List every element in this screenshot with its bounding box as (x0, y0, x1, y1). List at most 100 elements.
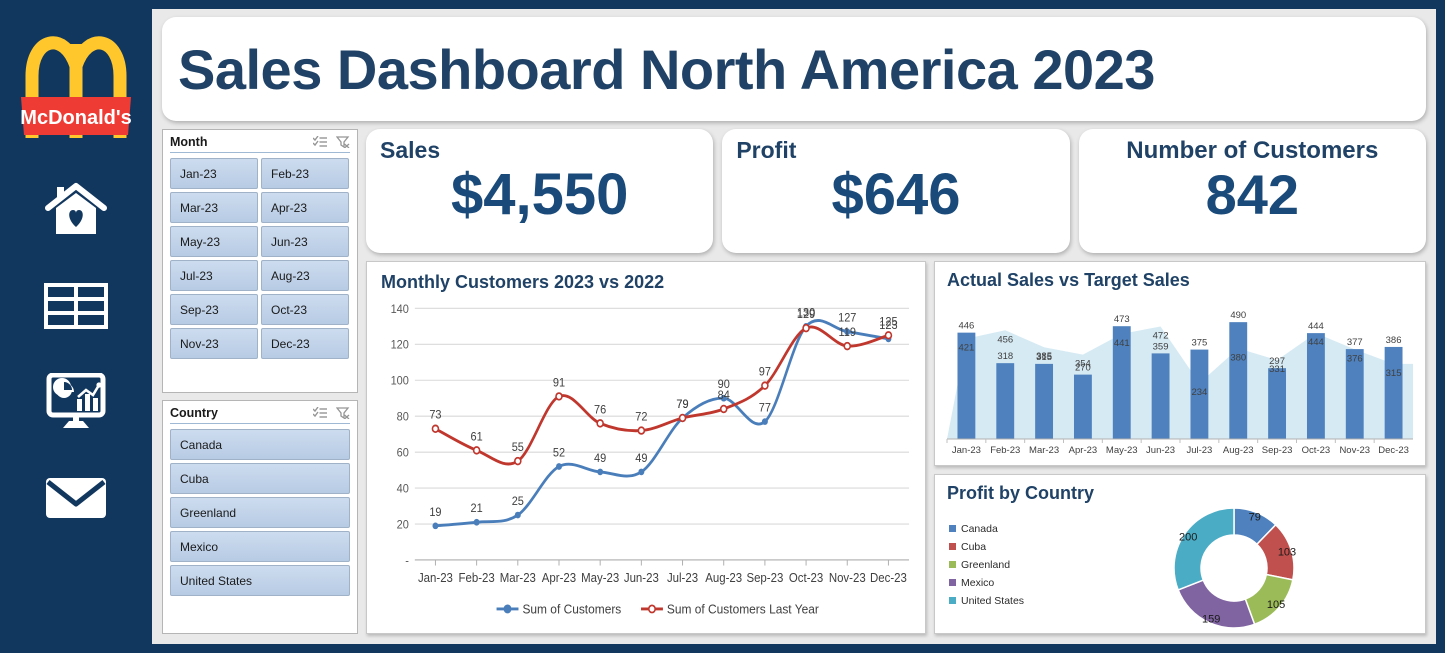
chart-monthly-customers: Monthly Customers 2023 vs 2022 - 20 40 60 80… (366, 261, 926, 634)
slicer-month-item[interactable]: Feb-23 (261, 158, 349, 189)
svg-text:Feb-23: Feb-23 (459, 571, 495, 586)
svg-text:441: 441 (1114, 338, 1130, 349)
svg-text:-: - (405, 554, 409, 568)
chart-actual-vs-target: Actual Sales vs Target Sales 446 318 315 27… (934, 261, 1426, 466)
kpi-card-sales: Sales $4,550 (366, 129, 714, 253)
svg-text:21: 21 (471, 502, 483, 516)
donut-legend: Canada Cuba Greenland Mexico United Stat… (941, 523, 1049, 613)
slicer-country-item[interactable]: Mexico (170, 531, 350, 562)
legend-swatch (949, 579, 956, 586)
slicer-month-item[interactable]: Sep-23 (170, 294, 258, 325)
svg-text:52: 52 (553, 446, 565, 460)
svg-text:72: 72 (635, 410, 647, 424)
svg-text:490: 490 (1230, 310, 1246, 321)
dashboard-body: Month Jan-23 Feb-23 Mar-23 Apr-23 May-23… (162, 129, 1426, 634)
slicer-month-item[interactable]: May-23 (170, 226, 258, 257)
svg-text:375: 375 (1191, 338, 1207, 349)
svg-text:234: 234 (1191, 387, 1207, 398)
svg-text:55: 55 (512, 441, 524, 455)
clear-filter-icon[interactable] (336, 136, 350, 148)
svg-text:103: 103 (1278, 546, 1296, 558)
legend-item: United States (949, 595, 1049, 607)
svg-text:Apr-23: Apr-23 (1069, 445, 1098, 456)
svg-text:359: 359 (1153, 341, 1169, 352)
svg-text:79: 79 (676, 397, 688, 411)
svg-text:77: 77 (759, 401, 771, 415)
dashboard-monitor-icon (45, 373, 107, 431)
svg-text:377: 377 (1347, 337, 1363, 348)
svg-text:318: 318 (997, 351, 1013, 362)
mcdonalds-logo: McDonald's (15, 14, 137, 146)
mcdonalds-golden-arches-logo: McDonald's (15, 14, 137, 146)
slicer-month-item[interactable]: Jan-23 (170, 158, 258, 189)
svg-text:125: 125 (879, 315, 897, 329)
svg-text:Feb-23: Feb-23 (990, 445, 1020, 456)
svg-text:Aug-23: Aug-23 (1223, 445, 1254, 456)
kpi-label: Profit (736, 137, 797, 163)
svg-text:Oct-23: Oct-23 (1302, 445, 1331, 456)
home-heart-icon (45, 182, 107, 238)
slicer-country-item[interactable]: Cuba (170, 463, 350, 494)
kpi-row: Sales $4,550 Profit $646 Number of Custo… (366, 129, 1426, 253)
kpi-card-profit: Profit $646 (722, 129, 1070, 253)
svg-text:127: 127 (838, 311, 856, 325)
slicer-country-item[interactable]: Greenland (170, 497, 350, 528)
sidebar: McDonald's (0, 0, 152, 653)
svg-text:61: 61 (471, 430, 483, 444)
slicer-country-title: Country (170, 406, 218, 420)
svg-text:97: 97 (759, 365, 771, 379)
svg-text:19: 19 (429, 505, 441, 519)
svg-text:Sum of Customers Last Year: Sum of Customers Last Year (667, 602, 819, 617)
multi-select-icon[interactable] (313, 407, 327, 419)
sidebar-item-mail[interactable] (43, 468, 109, 528)
svg-text:Jun-23: Jun-23 (1146, 445, 1175, 456)
svg-text:Nov-23: Nov-23 (829, 571, 866, 586)
svg-text:Nov-23: Nov-23 (1339, 445, 1370, 456)
slicer-country-item[interactable]: Canada (170, 429, 350, 460)
sidebar-item-home[interactable] (43, 180, 109, 240)
svg-text:421: 421 (958, 343, 974, 354)
svg-text:Mar-23: Mar-23 (1029, 445, 1059, 456)
sidebar-item-dashboard[interactable] (43, 372, 109, 432)
svg-text:91: 91 (553, 376, 565, 390)
chart-profit-by-country: Profit by Country Canada Cuba Greenland … (934, 474, 1426, 634)
svg-text:Sep-23: Sep-23 (746, 571, 783, 586)
svg-text:76: 76 (594, 403, 606, 417)
slicer-panel: Month Jan-23 Feb-23 Mar-23 Apr-23 May-23… (162, 129, 358, 634)
svg-text:Dec-23: Dec-23 (1378, 445, 1409, 456)
svg-text:456: 456 (997, 334, 1013, 345)
legend-item: Canada (949, 523, 1049, 535)
slicer-month-item[interactable]: Oct-23 (261, 294, 349, 325)
slicer-country: Country Canada Cuba Greenland Mexico Uni… (162, 400, 358, 634)
bar-chart-plot: 446 318 315 270 473 359 375 490 297 444 377 386 421 4… (941, 293, 1419, 461)
legend-label: Mexico (961, 576, 995, 589)
kpi-label: Sales (380, 137, 441, 163)
svg-text:Dec-23: Dec-23 (870, 571, 907, 586)
slicer-month-item[interactable]: Nov-23 (170, 328, 258, 359)
kpi-card-customers: Number of Customers 842 (1078, 129, 1426, 253)
slicer-month-item[interactable]: Mar-23 (170, 192, 258, 223)
slicer-month-item[interactable]: Apr-23 (261, 192, 349, 223)
slicer-month-item[interactable]: Jul-23 (170, 260, 258, 291)
clear-filter-icon[interactable] (336, 407, 350, 419)
multi-select-icon[interactable] (313, 136, 327, 148)
legend-label: United States (961, 594, 1025, 607)
svg-text:120: 120 (391, 338, 409, 352)
slicer-country-header: Country (170, 406, 350, 424)
table-icon (43, 282, 109, 330)
slicer-month-item[interactable]: Jun-23 (261, 226, 349, 257)
legend-item: Mexico (949, 577, 1049, 589)
svg-text:376: 376 (1347, 353, 1363, 364)
slicer-month-item[interactable]: Aug-23 (261, 260, 349, 291)
svg-text:25: 25 (512, 494, 524, 508)
svg-text:Jul-23: Jul-23 (667, 571, 698, 586)
svg-text:49: 49 (594, 451, 606, 465)
slicer-month-item[interactable]: Dec-23 (261, 328, 349, 359)
svg-text:80: 80 (397, 410, 409, 424)
sidebar-item-table[interactable] (43, 276, 109, 336)
svg-text:73: 73 (429, 408, 441, 422)
svg-text:105: 105 (1267, 599, 1285, 611)
svg-text:Aug-23: Aug-23 (705, 571, 742, 586)
slicer-country-item[interactable]: United States (170, 565, 350, 596)
svg-text:Apr-23: Apr-23 (542, 571, 577, 586)
